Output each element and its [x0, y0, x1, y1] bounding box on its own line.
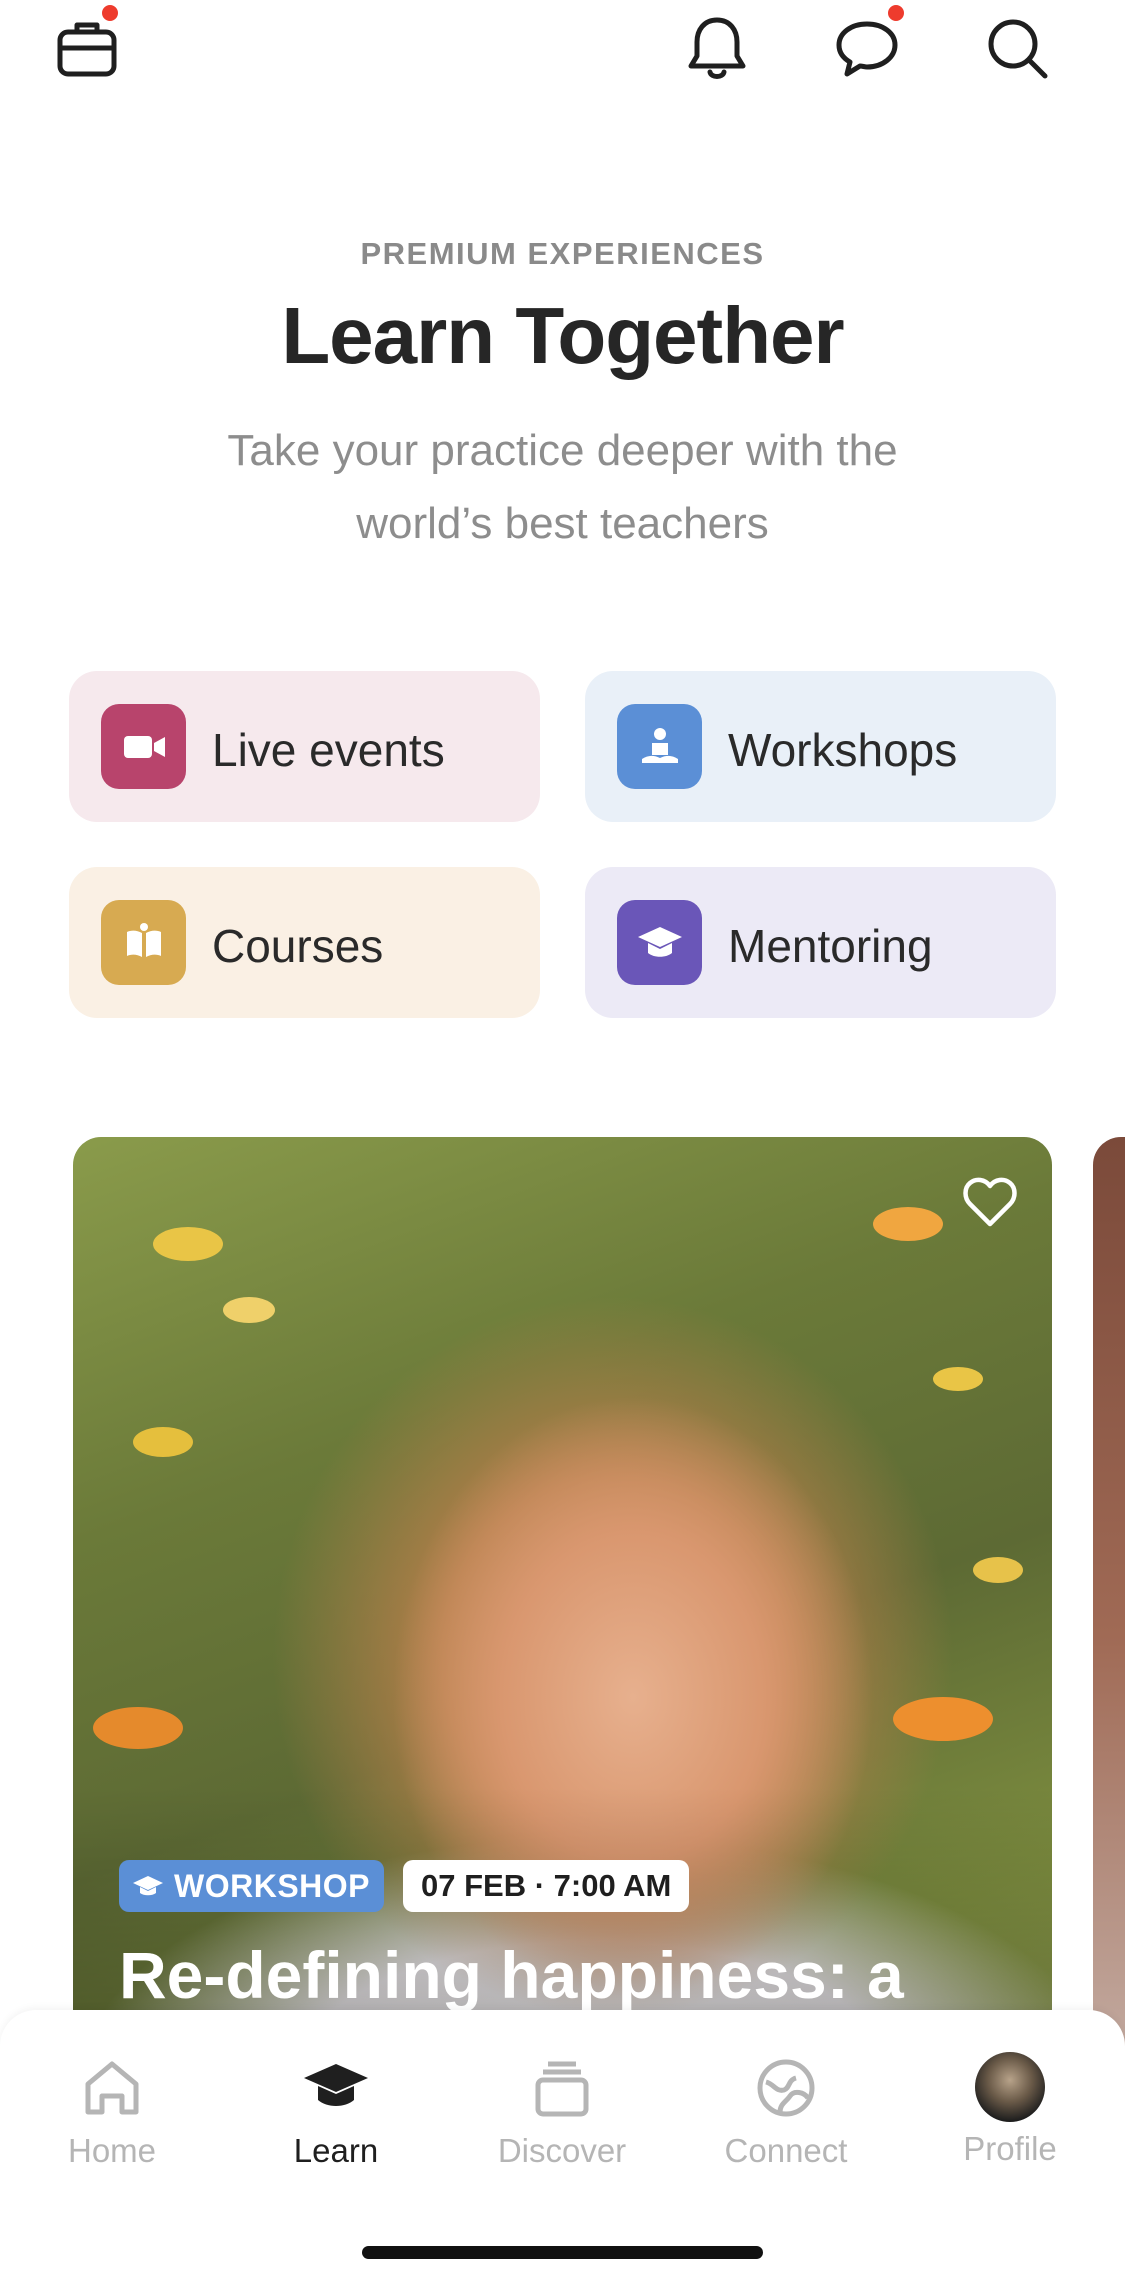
notification-dot: [99, 2, 121, 24]
messages-button[interactable]: [827, 2, 907, 88]
category-mentoring[interactable]: Mentoring: [585, 867, 1056, 1018]
category-label: Workshops: [728, 724, 958, 776]
event-type-label: WORKSHOP: [174, 1867, 370, 1904]
category-workshops[interactable]: Workshops: [585, 671, 1056, 822]
category-label: Live events: [212, 724, 445, 776]
event-badges: WORKSHOP 07 FEB · 7:00 AM: [119, 1860, 690, 1912]
bell-icon: [688, 17, 746, 79]
nav-item-learn[interactable]: Learn: [251, 2052, 421, 2170]
notification-dot: [885, 2, 907, 24]
nav-item-home[interactable]: Home: [27, 2052, 197, 2170]
globe-icon: [757, 2059, 815, 2117]
nav-label: Learn: [293, 2132, 379, 2169]
nav-item-connect[interactable]: Connect: [701, 2052, 871, 2170]
category-live-events[interactable]: Live events: [69, 671, 540, 822]
video-camera-icon: [101, 704, 186, 789]
nav-label: Discover: [497, 2132, 627, 2169]
nav-label: Profile: [963, 2130, 1057, 2167]
nav-item-profile[interactable]: Profile: [925, 2052, 1095, 2168]
book-icon: [101, 900, 186, 985]
page-subtitle: Take your practice deeper with the world…: [227, 426, 898, 548]
nav-label: Home: [67, 2132, 157, 2169]
event-title: Re-defining happiness: a: [119, 1938, 904, 2012]
notifications-button[interactable]: [677, 8, 757, 88]
page-title: Learn Together: [281, 291, 844, 380]
top-bar: [0, 0, 1125, 100]
stack-icon: [535, 2061, 589, 2117]
graduation-cap-icon: [304, 2064, 368, 2106]
featured-event-card[interactable]: WORKSHOP 07 FEB · 7:00 AM Re-defining ha…: [73, 1137, 1052, 2137]
event-type-badge: WORKSHOP: [119, 1860, 384, 1912]
briefcase-button[interactable]: [47, 2, 127, 88]
graduation-cap-icon: [617, 900, 702, 985]
search-icon: [988, 19, 1048, 79]
favorite-heart-icon[interactable]: [958, 1170, 1022, 1234]
home-indicator: [362, 2246, 763, 2259]
next-event-card[interactable]: [1093, 1137, 1125, 2137]
avatar: [975, 2052, 1045, 2122]
category-courses[interactable]: Courses: [69, 867, 540, 1018]
search-button[interactable]: [977, 8, 1057, 88]
nav-label: Connect: [724, 2132, 848, 2169]
nav-item-discover[interactable]: Discover: [477, 2052, 647, 2170]
event-date-badge: 07 FEB · 7:00 AM: [403, 1860, 690, 1912]
meditation-icon: [617, 704, 702, 789]
home-icon: [85, 2061, 139, 2115]
category-label: Mentoring: [728, 920, 933, 972]
graduation-cap-icon: [133, 1876, 163, 1896]
bottom-navigation: Home Learn Discover Connect Profile: [0, 2010, 1125, 2284]
section-eyebrow: PREMIUM EXPERIENCES: [360, 236, 765, 271]
category-label: Courses: [212, 920, 384, 972]
